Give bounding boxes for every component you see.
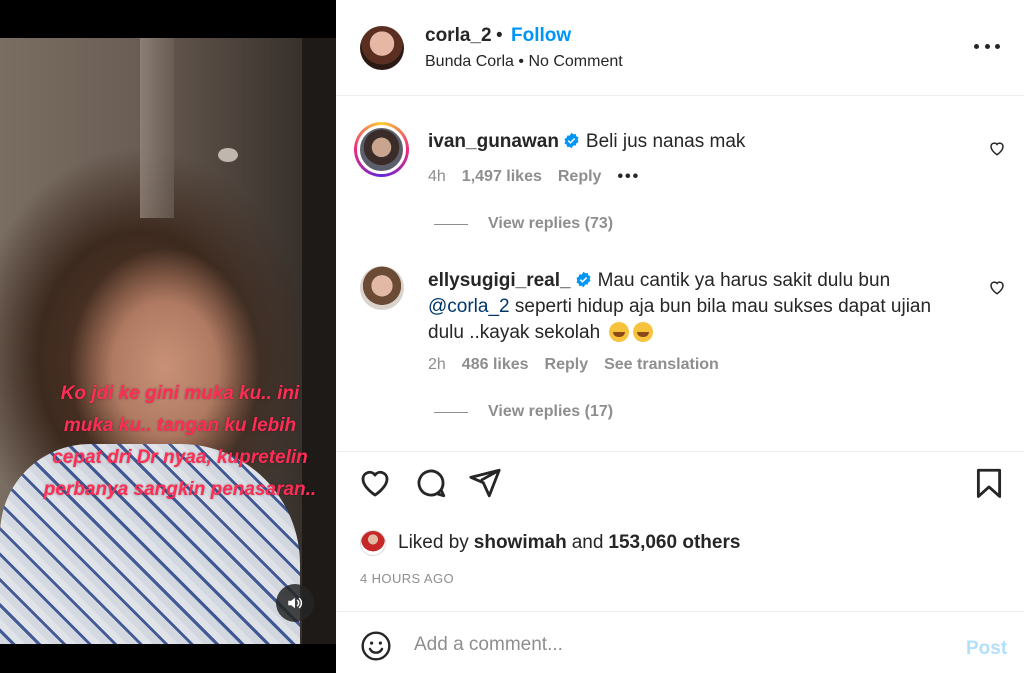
comment-time[interactable]: 4h — [428, 168, 446, 186]
laughing-emoji-icon — [609, 322, 630, 342]
comment-username[interactable]: ivan_gunawan — [428, 131, 559, 152]
like-comment-heart-icon[interactable] — [988, 139, 1006, 157]
section-divider — [336, 451, 1024, 452]
avatar[interactable] — [360, 530, 386, 556]
post-subtitle[interactable]: Bunda Corla • No Comment — [425, 53, 623, 71]
liked-by-and: and — [571, 532, 604, 553]
post-detail-panel: corla_2 • Follow Bunda Corla • No Commen… — [336, 0, 1024, 673]
mention-link[interactable]: @corla_2 — [428, 296, 510, 317]
follow-button[interactable]: Follow — [511, 25, 571, 47]
door-frame — [302, 38, 336, 644]
sound-toggle-button[interactable] — [276, 584, 314, 622]
post-media[interactable]: Ko jdi ke gini muka ku.. ini muka ku.. t… — [0, 0, 336, 673]
comment-body: Mau cantik ya harus sakit dulu bun — [597, 270, 891, 291]
verified-badge-icon — [564, 132, 579, 149]
separator-dot: • — [496, 25, 503, 46]
see-translation-button[interactable]: See translation — [604, 356, 719, 374]
comment-likes[interactable]: 486 likes — [462, 356, 529, 374]
post-button[interactable]: Post — [966, 638, 1007, 660]
comment-meta: 2h 486 likes Reply See translation — [428, 356, 735, 374]
liked-by: Liked by showimah and 153,060 others — [360, 526, 745, 560]
add-comment-bar: Post — [336, 611, 1024, 673]
view-replies-button[interactable]: View replies (73) — [434, 215, 613, 233]
door-handle — [218, 148, 238, 162]
comment-input[interactable] — [414, 628, 934, 662]
post-actions — [336, 466, 1024, 506]
liked-by-prefix: Liked by — [398, 532, 469, 553]
post-timestamp[interactable]: 4 HOURS AGO — [360, 571, 454, 586]
comment-meta: 4h 1,497 likes Reply ••• — [428, 168, 656, 186]
laughing-emoji-icon — [633, 322, 654, 342]
comment-username[interactable]: ellysugigi_real_ — [428, 270, 571, 291]
reply-button[interactable]: Reply — [558, 168, 602, 186]
reply-line — [434, 411, 468, 413]
like-comment-heart-icon[interactable] — [988, 278, 1006, 296]
reply-line — [434, 223, 468, 225]
avatar[interactable] — [354, 122, 409, 177]
post-author-username[interactable]: corla_2 — [425, 25, 492, 47]
liked-by-user[interactable]: showimah — [474, 532, 567, 554]
liked-by-others[interactable]: 153,060 others — [608, 532, 740, 554]
view-replies-button[interactable]: View replies (17) — [434, 403, 613, 421]
comment-options-button[interactable]: ••• — [617, 168, 640, 186]
view-replies-label: View replies (17) — [488, 403, 614, 420]
more-horizontal-icon[interactable] — [974, 36, 1000, 56]
post-header: corla_2 • Follow Bunda Corla • No Commen… — [336, 0, 1024, 96]
heart-icon[interactable] — [358, 466, 392, 500]
comment-time[interactable]: 2h — [428, 356, 446, 374]
avatar[interactable] — [360, 266, 404, 310]
speaker-icon — [288, 597, 303, 609]
comment-text: ellysugigi_real_ Mau cantik ya harus saki… — [428, 268, 968, 346]
avatar[interactable] — [360, 26, 404, 70]
video-frame[interactable] — [0, 38, 336, 644]
view-replies-label: View replies (73) — [488, 215, 614, 232]
comment-text: ivan_gunawan Beli jus nanas mak — [428, 129, 968, 155]
door-background — [140, 38, 174, 218]
reply-button[interactable]: Reply — [545, 356, 589, 374]
bookmark-icon[interactable] — [972, 466, 1006, 500]
emoji-picker-icon[interactable] — [360, 630, 392, 662]
comment-likes[interactable]: 1,497 likes — [462, 168, 542, 186]
comment-body: Beli jus nanas mak — [585, 131, 746, 152]
comment-icon[interactable] — [414, 466, 448, 500]
share-icon[interactable] — [468, 466, 502, 500]
video-caption: Ko jdi ke gini muka ku.. ini muka ku.. t… — [43, 383, 317, 500]
verified-badge-icon — [576, 271, 591, 288]
